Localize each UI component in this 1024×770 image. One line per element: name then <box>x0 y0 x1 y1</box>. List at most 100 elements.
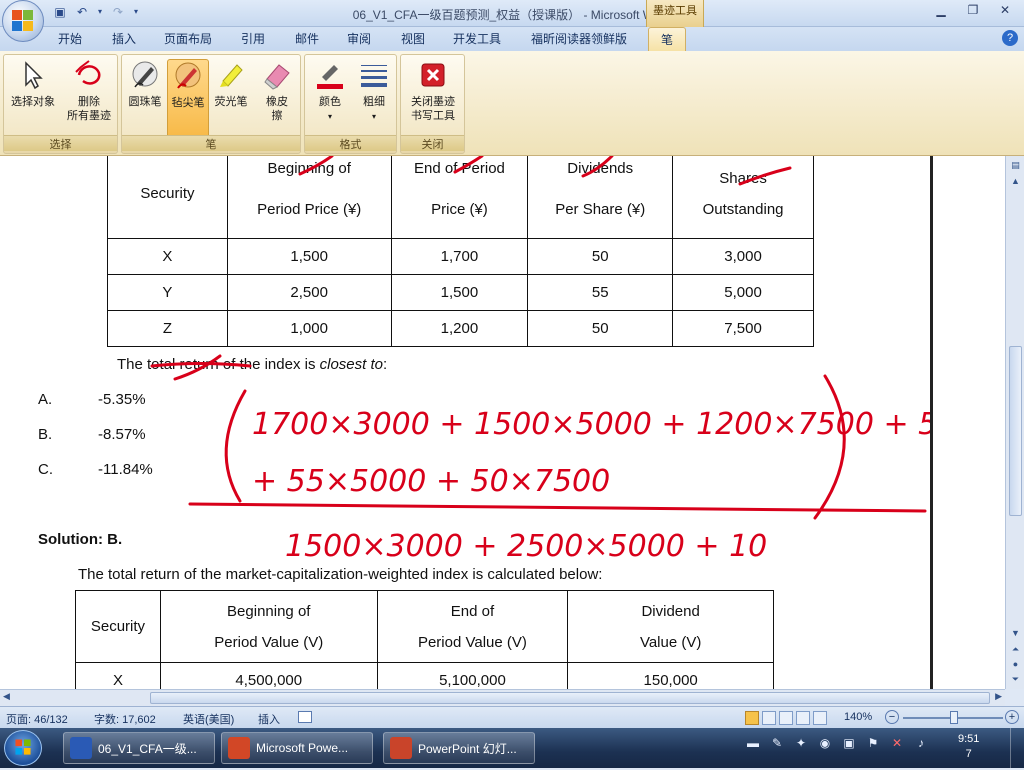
taskbar-slideshow[interactable]: PowerPoint 幻灯... <box>383 732 535 764</box>
title-bar: ▣ ↶ ▾ ↷ ▾ 06_V1_CFA一级百题预测_权益（授课版） - Micr… <box>0 0 1024 42</box>
tab-developer[interactable]: 开发工具 <box>453 30 501 47</box>
print-layout-view-icon[interactable] <box>745 711 759 725</box>
taskbar-word[interactable]: 06_V1_CFA一级... <box>63 732 215 764</box>
ink-left-paren <box>224 389 247 503</box>
eraser-button[interactable]: 橡皮 擦 <box>259 59 295 123</box>
start-button[interactable] <box>4 730 42 766</box>
next-page-icon[interactable]: ⏷ <box>1009 672 1022 686</box>
document-page[interactable]: Security Beginning of Period Price (¥) En… <box>0 156 1005 689</box>
show-desktop-button[interactable] <box>1010 728 1024 768</box>
zoom-in-icon[interactable]: + <box>1005 710 1019 724</box>
tab-page-layout[interactable]: 页面布局 <box>164 30 212 47</box>
system-tray: ▬ ✎ ✦ ◉ ▣ ⚑ ✕ ♪ <box>745 736 929 752</box>
ballpoint-pen-icon <box>132 61 158 88</box>
powerpoint-app-icon <box>228 737 250 759</box>
thickness-lines-icon <box>361 65 387 87</box>
zoom-level[interactable]: 140% <box>844 711 872 723</box>
web-layout-view-icon[interactable] <box>779 711 793 725</box>
ink-color-label: 颜色 <box>319 96 341 108</box>
ink-check-3 <box>581 156 614 178</box>
close-group: 关闭墨迹 书写工具 关闭 <box>400 54 465 154</box>
felt-tip-pen-icon <box>175 62 201 89</box>
scroll-left-icon[interactable]: ◀ <box>3 691 10 702</box>
ruler-toggle-icon[interactable]: ▤ <box>1009 158 1022 172</box>
felt-tip-pen-button[interactable]: 毡尖笔 <box>167 59 209 139</box>
ink-tick <box>173 354 222 381</box>
eraser-icon <box>264 64 290 90</box>
office-logo-icon <box>12 10 34 32</box>
ink-tools-context-label: 墨迹工具 <box>646 0 704 27</box>
minimize-icon[interactable]: ▁ <box>932 3 950 17</box>
ballpoint-pen-button[interactable]: 圆珠笔 <box>125 59 165 109</box>
scroll-down-icon[interactable]: ▼ <box>1009 626 1022 640</box>
ink-color-button[interactable]: 颜色 ▾ <box>311 59 349 124</box>
tray-network-icon[interactable]: ▬ <box>745 736 761 752</box>
horizontal-scrollbar[interactable]: ◀ ▶ <box>0 689 1005 706</box>
browse-object-icon[interactable]: ● <box>1009 657 1022 671</box>
vertical-scrollbar[interactable]: ▤ ▲ ▼ ⏶ ● ⏷ <box>1005 156 1024 689</box>
window-controls: ▁ ❐ ✕ <box>932 3 1014 17</box>
tab-foxit-reader[interactable]: 福昕阅读器领鲜版 <box>531 30 627 47</box>
tab-pen[interactable]: 笔 <box>648 27 687 51</box>
close-ink-label-1: 关闭墨迹 <box>411 96 455 108</box>
scroll-right-icon[interactable]: ▶ <box>995 691 1002 702</box>
page-count[interactable]: 页面: 46/132 <box>6 711 68 727</box>
zoom-out-icon[interactable]: − <box>885 710 899 724</box>
macro-record-icon[interactable] <box>298 711 312 723</box>
tray-flag-icon[interactable]: ⚑ <box>865 736 881 752</box>
prev-page-icon[interactable]: ⏶ <box>1009 642 1022 656</box>
tray-volume-icon[interactable]: ♪ <box>913 736 929 752</box>
reading-view-icon[interactable] <box>762 711 776 725</box>
close-ink-label-2: 书写工具 <box>411 110 455 122</box>
close-red-x-icon <box>421 63 445 87</box>
tray-app-icon[interactable]: ✦ <box>793 736 809 752</box>
close-ink-tools-button[interactable]: 关闭墨迹 书写工具 <box>404 59 462 123</box>
view-buttons <box>745 711 827 725</box>
vertical-scroll-thumb[interactable] <box>1009 346 1022 516</box>
tray-clipboard-icon[interactable]: ▣ <box>841 736 857 752</box>
restore-icon[interactable]: ❐ <box>964 3 982 17</box>
tray-network-error-icon[interactable]: ✕ <box>889 736 905 752</box>
taskbar: 06_V1_CFA一级... Microsoft Powe... PowerPo… <box>0 728 1024 768</box>
ink-fraction-bar <box>188 502 927 513</box>
word-count[interactable]: 字数: 17,602 <box>94 711 156 727</box>
insert-mode[interactable]: 插入 <box>258 711 280 727</box>
scroll-up-icon[interactable]: ▲ <box>1009 174 1022 188</box>
tab-references[interactable]: 引用 <box>241 30 265 47</box>
status-bar: 页面: 46/132 字数: 17,602 英语(美国) 插入 140% − + <box>0 706 1024 728</box>
cursor-arrow-icon <box>25 61 43 90</box>
highlighter-label: 荧光笔 <box>214 96 248 108</box>
horizontal-scroll-thumb[interactable] <box>150 692 990 704</box>
window-title: 06_V1_CFA一级百题预测_权益（授课版） - Microsoft Word <box>352 8 672 22</box>
language-status[interactable]: 英语(美国) <box>183 711 234 727</box>
delete-all-ink-button[interactable]: 删除 所有墨迹 <box>62 59 116 123</box>
thickness-dropdown-icon: ▾ <box>371 112 376 121</box>
ink-line-2: + 55×5000 + 50×7500 <box>252 464 610 499</box>
windows-logo-icon <box>15 739 31 755</box>
tab-mailings[interactable]: 邮件 <box>295 30 319 47</box>
pen-group-label: 笔 <box>122 135 300 151</box>
office-button[interactable] <box>2 0 44 42</box>
highlighter-button[interactable]: 荧光笔 <box>211 59 251 109</box>
tab-review[interactable]: 审阅 <box>347 30 371 47</box>
select-objects-button[interactable]: 选择对象 <box>8 59 58 109</box>
taskbar-clock[interactable]: 9:51 7 <box>958 732 979 762</box>
tab-home[interactable]: 开始 <box>58 30 82 47</box>
page-margin-area <box>930 156 1005 689</box>
close-icon[interactable]: ✕ <box>996 3 1014 17</box>
ink-thickness-button[interactable]: 粗细 ▾ <box>355 59 393 124</box>
zoom-slider-thumb[interactable] <box>950 711 958 724</box>
help-icon[interactable]: ? <box>1002 30 1018 46</box>
taskbar-powerpoint[interactable]: Microsoft Powe... <box>221 732 373 764</box>
outline-view-icon[interactable] <box>796 711 810 725</box>
tab-insert[interactable]: 插入 <box>112 30 136 47</box>
tray-ime-icon[interactable]: ◉ <box>817 736 833 752</box>
select-group: 选择对象 删除 所有墨迹 选择 <box>3 54 118 154</box>
pen-group: 圆珠笔 毡尖笔 荧光笔 橡皮 擦 笔 <box>121 54 301 154</box>
word-app-icon <box>70 737 92 759</box>
draft-view-icon[interactable] <box>813 711 827 725</box>
taskbar-slideshow-label: PowerPoint 幻灯... <box>418 741 517 756</box>
tray-tool-icon[interactable]: ✎ <box>769 736 785 752</box>
tab-view[interactable]: 视图 <box>401 30 425 47</box>
ink-line-1: 1700×3000 + 1500×5000 + 1200×7500 + 50×3… <box>252 407 1005 442</box>
